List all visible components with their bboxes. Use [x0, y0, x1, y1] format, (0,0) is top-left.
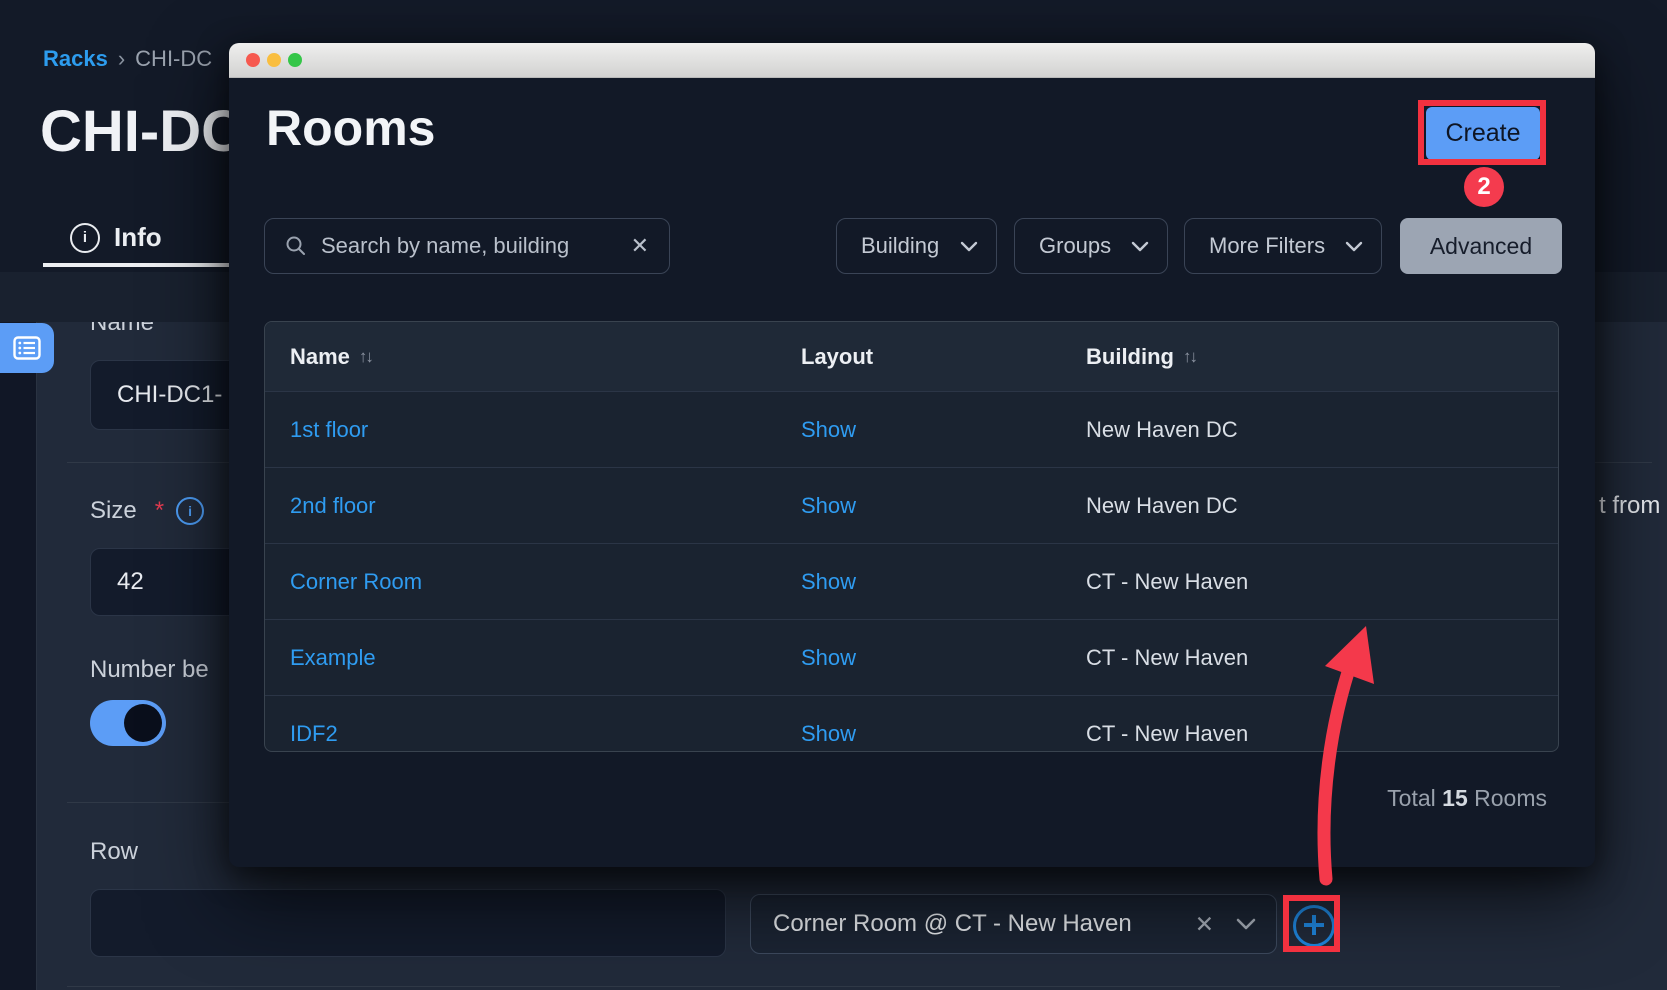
clear-icon[interactable]: ✕ [1195, 911, 1214, 938]
layout-show-link[interactable]: Show [801, 645, 856, 671]
page-title: CHI-DC [40, 98, 243, 165]
filter-building[interactable]: Building [836, 218, 997, 274]
size-info-icon[interactable]: i [176, 497, 204, 525]
total-count: 15 [1442, 785, 1468, 811]
building-cell: CT - New Haven [1086, 544, 1248, 619]
list-icon [13, 336, 41, 360]
app-root: Racks›CHI-DC CHI-DC i Info Name* CHI-DC1… [0, 0, 1667, 990]
room-name-link[interactable]: 2nd floor [290, 493, 376, 519]
chevron-down-icon [1345, 241, 1363, 252]
table-row: Corner Room Show CT - New Haven [265, 543, 1558, 619]
column-header-building[interactable]: Building↑↓ [1086, 322, 1196, 391]
room-name-link[interactable]: 1st floor [290, 417, 368, 443]
column-header-layout: Layout [801, 322, 873, 391]
toggle-knob [124, 704, 162, 742]
room-name-link[interactable]: Example [290, 645, 376, 671]
tab-info-label: Info [114, 222, 162, 253]
table-row: IDF2 Show CT - New Haven [265, 695, 1558, 752]
numbering-toggle[interactable] [90, 700, 166, 746]
chevron-down-icon[interactable] [1236, 918, 1256, 930]
layout-show-link[interactable]: Show [801, 417, 856, 443]
left-gutter [0, 272, 36, 990]
breadcrumb-current: CHI-DC [135, 46, 212, 71]
sort-icon: ↑↓ [1183, 347, 1196, 367]
table-row: 1st floor Show New Haven DC [265, 391, 1558, 467]
search-icon [285, 235, 307, 257]
maximize-window-button[interactable] [288, 53, 302, 67]
table-header-row: Name↑↓ Layout Building↑↓ [265, 322, 1558, 391]
room-select[interactable]: Corner Room @ CT - New Haven ✕ [750, 894, 1277, 954]
layout-show-link[interactable]: Show [801, 569, 856, 595]
breadcrumb-racks-link[interactable]: Racks [43, 46, 108, 71]
sidebar-drawer-button[interactable] [0, 323, 54, 373]
row-field-label: Row [90, 838, 138, 866]
sort-icon: ↑↓ [359, 347, 372, 367]
modal-titlebar [229, 43, 1595, 78]
breadcrumb-separator: › [118, 46, 125, 71]
room-name-link[interactable]: IDF2 [290, 721, 338, 747]
active-tab-underline [43, 263, 260, 267]
filter-groups[interactable]: Groups [1014, 218, 1168, 274]
gutter-divider [36, 272, 37, 990]
chevron-down-icon [960, 241, 978, 252]
filter-more-filters[interactable]: More Filters [1184, 218, 1382, 274]
required-asterisk: * [155, 497, 164, 525]
building-cell: New Haven DC [1086, 392, 1238, 467]
modal-title: Rooms [266, 99, 435, 157]
minimize-window-button[interactable] [267, 53, 281, 67]
advanced-button[interactable]: Advanced [1400, 218, 1562, 274]
layout-show-link[interactable]: Show [801, 493, 856, 519]
search-placeholder: Search by name, building [321, 233, 631, 259]
info-icon: i [70, 223, 100, 253]
breadcrumb: Racks › CHI-DC [43, 46, 212, 72]
layout-show-link[interactable]: Show [801, 721, 856, 747]
section-divider [67, 986, 1560, 987]
room-name-link[interactable]: Corner Room [290, 569, 422, 595]
occluded-label-fragment: t from [1599, 492, 1660, 520]
close-window-button[interactable] [246, 53, 260, 67]
table-total: Total 15 Rooms [1387, 783, 1547, 813]
building-cell: CT - New Haven [1086, 696, 1248, 752]
create-button[interactable]: Create [1426, 107, 1540, 160]
table-row: Example Show CT - New Haven [265, 619, 1558, 695]
rooms-table: Name↑↓ Layout Building↑↓ 1st floor Show … [264, 321, 1559, 752]
search-input[interactable]: Search by name, building ✕ [264, 218, 670, 274]
column-header-name[interactable]: Name↑↓ [290, 322, 372, 391]
tab-info[interactable]: i Info [70, 222, 162, 253]
rooms-modal: Rooms Create Search by name, building ✕ … [229, 43, 1595, 867]
building-cell: CT - New Haven [1086, 620, 1248, 695]
table-row: 2nd floor Show New Haven DC [265, 467, 1558, 543]
chevron-down-icon [1131, 241, 1149, 252]
add-room-button[interactable] [1293, 905, 1335, 947]
numbering-field-label: Number be [90, 656, 209, 684]
size-field-label: Size* i [90, 497, 204, 525]
clear-search-icon[interactable]: ✕ [631, 233, 649, 259]
building-cell: New Haven DC [1086, 468, 1238, 543]
room-select-value: Corner Room @ CT - New Haven [773, 910, 1195, 938]
row-input[interactable] [90, 889, 726, 957]
